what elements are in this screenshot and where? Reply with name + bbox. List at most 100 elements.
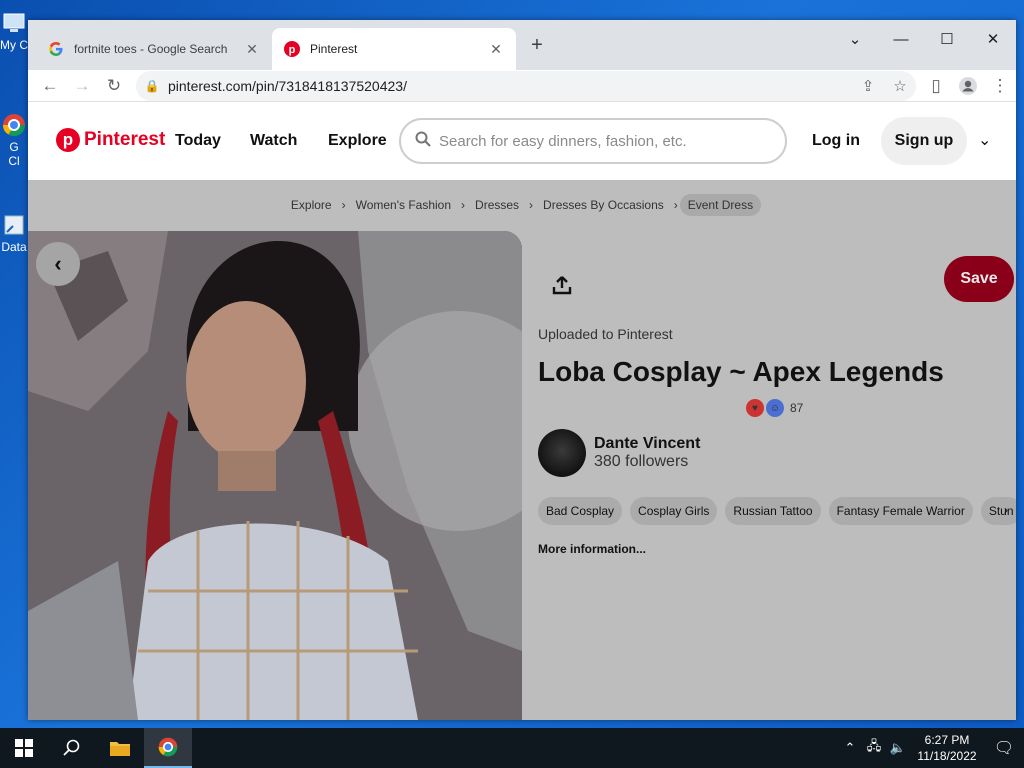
chevron-right-icon: › [341, 198, 346, 212]
url-text: pinterest.com/pin/7318418137520423/ [168, 78, 407, 94]
search-input[interactable] [439, 132, 759, 150]
close-window-icon[interactable]: ✕ [970, 24, 1016, 54]
pinterest-page: p Pinterest Today Watch Explore Log in S… [28, 102, 1016, 720]
tag-chip[interactable]: Fantasy Female Warrior [828, 497, 973, 525]
smile-reaction-icon: ☺ [766, 399, 784, 417]
windows-start-icon[interactable] [0, 728, 48, 768]
pin-card: ‹ Save Uploaded to Pinterest Loba Cospla… [28, 231, 1016, 720]
desktop-icon-google-chrome[interactable]: G Cl [0, 112, 28, 168]
svg-text:p: p [289, 44, 296, 56]
pin-info-panel: Save Uploaded to Pinterest Loba Cosplay … [522, 231, 1016, 720]
reaction-count: 87 [790, 401, 804, 415]
tab-close-icon[interactable]: ✕ [488, 41, 504, 58]
search-box [399, 118, 787, 164]
pinterest-brand: Pinterest [84, 129, 166, 150]
tag-chip[interactable]: Russian Tattoo [725, 497, 821, 525]
desktop-icon-data[interactable]: Data [0, 212, 28, 254]
nav-explore[interactable]: Explore [328, 132, 387, 150]
chrome-icon [1, 112, 27, 138]
back-icon[interactable]: ← [34, 70, 66, 102]
share-page-icon[interactable]: ⇪ [852, 77, 884, 95]
address-bar[interactable]: 🔒 pinterest.com/pin/7318418137520423/ ⇪ … [136, 71, 916, 101]
breadcrumb: Explore › Women's Fashion › Dresses › Dr… [28, 194, 1016, 216]
desktop-icon-label: Data [1, 240, 27, 254]
lock-icon: 🔒 [144, 79, 160, 93]
search-icon[interactable] [48, 728, 96, 768]
tab-close-icon[interactable]: ✕ [244, 41, 260, 58]
network-icon[interactable]: 🖧 [862, 737, 886, 759]
reload-icon[interactable]: ↻ [98, 70, 130, 102]
taskbar: ⌃ 🖧 🔈 6:27 PM 11/18/2022 🗨 [0, 728, 1024, 768]
save-button[interactable]: Save [944, 256, 1014, 302]
heart-reaction-icon: ♥ [746, 399, 764, 417]
pinterest-header: p Pinterest Today Watch Explore Log in S… [28, 102, 1016, 180]
tab-strip: fortnite toes - Google Search ✕ p Pinter… [28, 20, 1016, 70]
share-icon[interactable] [542, 265, 582, 305]
search-icon [415, 131, 431, 152]
chevron-right-icon: › [529, 198, 534, 212]
back-arrow-icon[interactable]: ‹ [36, 242, 80, 286]
tag-chip[interactable]: Cosplay Girls [630, 497, 718, 525]
browser-menu-icon[interactable]: ⋮ [984, 70, 1016, 102]
computer-icon [1, 10, 27, 36]
pin-title: Loba Cosplay ~ Apex Legends [538, 356, 944, 387]
signup-button[interactable]: Sign up [881, 117, 967, 165]
profile-avatar-icon[interactable] [952, 70, 984, 102]
minimize-icon[interactable]: — [878, 24, 924, 54]
nav-today[interactable]: Today [175, 132, 221, 150]
pinterest-logo[interactable]: p Pinterest [56, 128, 165, 152]
desktop-icon-label: My C [0, 38, 28, 52]
clock-date: 11/18/2022 [917, 749, 977, 763]
file-explorer-icon[interactable] [96, 728, 144, 768]
toolbar-actions: ▯ ⋮ [920, 70, 1016, 102]
chevron-right-icon[interactable]: › [1004, 503, 1008, 517]
chevron-right-icon: › [673, 198, 678, 212]
author-name[interactable]: Dante Vincent [594, 435, 700, 453]
tab-pinterest[interactable]: p Pinterest ✕ [272, 28, 516, 70]
chevron-right-icon: › [461, 198, 466, 212]
pin-image[interactable]: ‹ [28, 231, 522, 720]
chevron-down-icon[interactable]: ⌄ [978, 130, 991, 150]
nav-watch[interactable]: Watch [250, 132, 297, 150]
maximize-icon[interactable]: ☐ [924, 24, 970, 54]
author-followers: 380 followers [594, 453, 689, 470]
breadcrumb-explore[interactable]: Explore [283, 194, 340, 216]
tab-title: fortnite toes - Google Search [74, 42, 228, 56]
browser-window: fortnite toes - Google Search ✕ p Pinter… [28, 20, 1016, 720]
login-button[interactable]: Log in [812, 132, 860, 150]
pinterest-icon: p [56, 128, 80, 152]
uploaded-source[interactable]: Uploaded to Pinterest [538, 326, 673, 342]
google-icon [48, 41, 64, 57]
tag-chip[interactable]: Stun [980, 497, 1016, 525]
chevron-up-icon[interactable]: ⌃ [838, 740, 862, 756]
breadcrumb-womens-fashion[interactable]: Women's Fashion [348, 194, 459, 216]
author[interactable]: Dante Vincent 380 followers [538, 429, 700, 477]
bookmark-star-icon[interactable]: ☆ [884, 77, 916, 95]
desktop-icon-label: G [9, 140, 19, 154]
notification-icon[interactable]: 🗨 [984, 738, 1024, 758]
clock[interactable]: 6:27 PM 11/18/2022 [910, 732, 984, 764]
tab-search-chevron-icon[interactable]: ⌄ [832, 24, 878, 54]
chrome-taskbar-icon[interactable] [144, 728, 192, 768]
avatar[interactable] [538, 429, 586, 477]
breadcrumb-event-dress[interactable]: Event Dress [679, 194, 762, 216]
forward-icon[interactable]: → [66, 70, 98, 102]
more-information-link[interactable]: More information... [538, 542, 646, 556]
volume-icon[interactable]: 🔈 [886, 740, 910, 756]
tag-chip[interactable]: Bad Cosplay [538, 497, 623, 525]
shortcut-icon [1, 212, 27, 238]
tag-list: Bad Cosplay Cosplay Girls Russian Tattoo… [538, 497, 1016, 527]
tab-title: Pinterest [310, 42, 358, 56]
breadcrumb-dresses[interactable]: Dresses [467, 194, 527, 216]
pinterest-icon: p [284, 41, 300, 57]
browser-toolbar: ← → ↻ 🔒 pinterest.com/pin/73184181375204… [28, 70, 1016, 102]
modal-overlay: Explore › Women's Fashion › Dresses › Dr… [28, 180, 1016, 720]
system-tray: ⌃ 🖧 🔈 6:27 PM 11/18/2022 🗨 [838, 728, 1024, 768]
tab-google-search[interactable]: fortnite toes - Google Search ✕ [36, 28, 272, 70]
new-tab-icon[interactable]: + [526, 34, 548, 57]
breadcrumb-dresses-by-occasions[interactable]: Dresses By Occasions [535, 194, 672, 216]
side-panel-icon[interactable]: ▯ [920, 70, 952, 102]
clock-time: 6:27 PM [924, 733, 970, 747]
reactions[interactable]: ♥ ☺ 87 [746, 399, 803, 417]
desktop-icon-my-computer[interactable]: My C [0, 10, 28, 52]
